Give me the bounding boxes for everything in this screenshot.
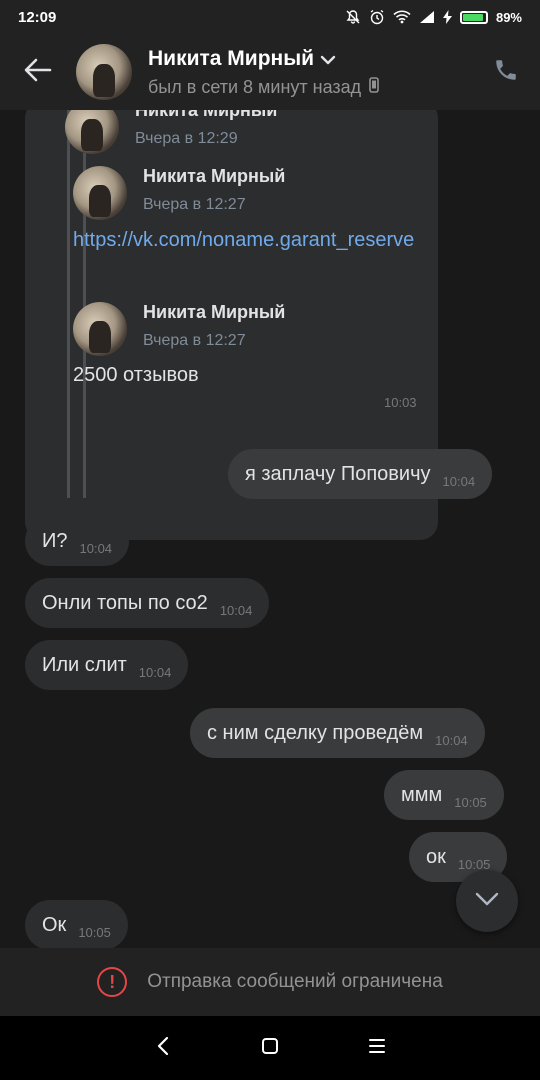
forward-author-name: Никита Мирный xyxy=(143,302,286,322)
alarm-icon xyxy=(369,9,385,25)
message-list[interactable]: Никита Мирный Вчера в 12:29 Никита Мирны… xyxy=(0,110,540,948)
forward-author-time: Вчера в 12:29 xyxy=(135,130,238,147)
nav-menu-button[interactable] xyxy=(347,1018,407,1078)
avatar[interactable] xyxy=(76,44,132,100)
forward-author-inner[interactable]: Никита Мирный Вчера в 12:27 xyxy=(73,302,285,356)
back-chevron-icon xyxy=(157,1036,169,1061)
avatar xyxy=(65,110,119,154)
message-time: 10:05 xyxy=(78,924,111,940)
chevron-down-icon xyxy=(475,892,499,911)
status-time: 12:09 xyxy=(18,8,57,26)
forward-author-inner[interactable]: Никита Мирный Вчера в 12:27 xyxy=(73,166,285,220)
battery-icon xyxy=(459,10,488,24)
message-time: 10:04 xyxy=(442,473,476,489)
message-text: И? xyxy=(42,529,68,552)
message-text: Ок xyxy=(42,913,67,936)
chevron-down-icon xyxy=(320,47,336,71)
forward-author-outer[interactable]: Никита Мирный Вчера в 12:29 xyxy=(65,110,277,154)
restriction-text: Отправка сообщений ограничена xyxy=(147,971,443,992)
message-bubble-outgoing[interactable]: с ним сделку проведём 10:04 xyxy=(190,708,485,758)
system-nav-bar xyxy=(0,1016,540,1080)
nav-back-button[interactable] xyxy=(133,1018,193,1078)
message-text: Онли топы по со2 xyxy=(42,591,208,614)
scroll-to-bottom-button[interactable] xyxy=(456,870,518,932)
message-text: ммм xyxy=(401,783,443,806)
message-bubble-outgoing[interactable]: я заплачу Поповичу 10:04 xyxy=(228,449,493,499)
message-time: 10:03 xyxy=(384,395,417,410)
message-bubble-incoming[interactable]: Ок 10:05 xyxy=(25,900,128,948)
signal-icon xyxy=(419,10,435,24)
menu-icon xyxy=(368,1038,386,1059)
message-time: 10:04 xyxy=(435,732,468,748)
exclamation-circle-icon: ! xyxy=(97,967,128,997)
forward-author-name: Никита Мирный xyxy=(143,166,286,186)
message-bubble-incoming[interactable]: Или слит 10:04 xyxy=(25,640,189,690)
messaging-restricted-banner: ! Отправка сообщений ограничена xyxy=(0,948,540,1016)
contact-name: Никита Мирный xyxy=(148,46,315,70)
message-link[interactable]: https://vk.com/noname.garant_reserve xyxy=(73,225,414,255)
message-time: 10:04 xyxy=(138,664,172,680)
message-bubble-outgoing[interactable]: ммм 10:05 xyxy=(384,770,504,820)
forward-author-time: Вчера в 12:27 xyxy=(143,196,246,213)
message-bubble-incoming[interactable]: И? 10:04 xyxy=(25,516,130,566)
home-square-icon xyxy=(261,1037,279,1060)
status-icons: 89% xyxy=(345,9,522,25)
nav-home-button[interactable] xyxy=(240,1018,300,1078)
forward-indicator-line xyxy=(67,388,70,498)
battery-percent: 89% xyxy=(495,9,522,25)
contact-info[interactable]: Никита Мирный был в сети 8 минут назад xyxy=(148,47,476,98)
mute-icon xyxy=(345,9,361,25)
charging-icon xyxy=(442,10,452,24)
message-bubble-incoming[interactable]: Онли топы по со2 10:04 xyxy=(25,578,270,628)
message-time: 10:04 xyxy=(79,540,113,556)
message-text: ок xyxy=(426,845,446,868)
back-button[interactable] xyxy=(0,34,76,110)
mobile-icon xyxy=(369,76,379,98)
message-text: с ним сделку проведём xyxy=(207,721,424,744)
message-time: 10:05 xyxy=(454,794,487,810)
chat-header: Никита Мирный был в сети 8 минут назад xyxy=(0,34,540,110)
message-text: я заплачу Поповичу xyxy=(245,462,431,485)
wifi-icon xyxy=(393,10,411,24)
forward-author-time: Вчера в 12:27 xyxy=(143,332,246,349)
message-text: Или слит xyxy=(42,653,127,676)
phone-icon xyxy=(493,57,519,88)
avatar xyxy=(73,166,127,220)
avatar xyxy=(73,302,127,356)
contact-status: был в сети 8 минут назад xyxy=(148,76,362,97)
back-arrow-icon xyxy=(24,58,52,87)
forward-author-name: Никита Мирный xyxy=(135,110,278,120)
message-time: 10:04 xyxy=(219,602,253,618)
call-button[interactable] xyxy=(476,42,536,102)
status-bar: 12:09 89% xyxy=(0,0,540,34)
forward-text: 2500 отзывов xyxy=(73,364,199,386)
